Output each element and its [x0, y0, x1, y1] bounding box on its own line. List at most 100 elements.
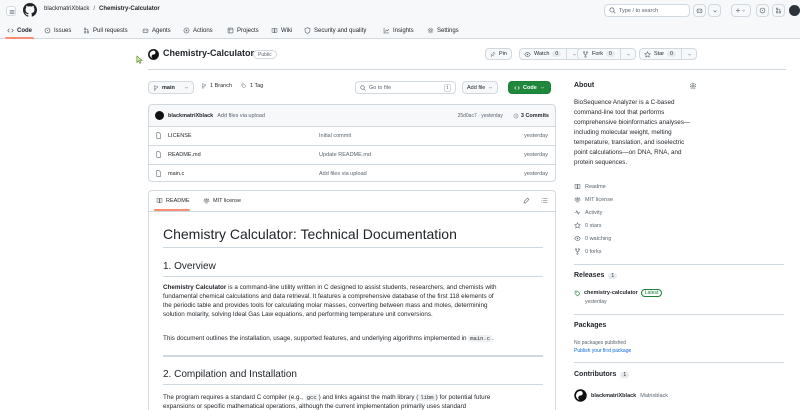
tab-readme[interactable]: README — [156, 197, 190, 204]
contributors-heading[interactable]: Contributors 1 — [574, 371, 630, 378]
readme-paragraph-outline: This document outlines the installation,… — [163, 334, 543, 343]
tab-settings[interactable]: Settings — [427, 22, 459, 39]
file-commit-message[interactable]: Initial commit — [319, 133, 351, 139]
branch-selector[interactable]: main — [148, 81, 194, 94]
branches-link[interactable]: 1 Branch — [201, 83, 232, 89]
tags-link[interactable]: 1 Tag — [241, 83, 263, 89]
tab-projects[interactable]: Projects — [227, 22, 259, 39]
commit-author[interactable]: blackmatriXblack — [168, 113, 213, 119]
commit-hash-time[interactable]: 25d0ac7 · yesterday — [458, 113, 503, 119]
file-name[interactable]: LICENSE — [168, 133, 192, 139]
release-item[interactable]: chemistry-calculator Latest — [574, 289, 663, 297]
inline-code: gcc — [304, 394, 319, 401]
watch-label: Watch — [534, 51, 550, 57]
issues-button[interactable] — [756, 4, 769, 17]
search-input[interactable]: Type / to search — [604, 4, 690, 17]
publish-package-link[interactable]: Publish your first package — [574, 348, 631, 354]
tab-security[interactable]: Security and quality — [304, 22, 366, 39]
tags-label: 1 Tag — [250, 83, 264, 89]
button-divider — [619, 49, 621, 59]
edit-about-button[interactable] — [689, 82, 697, 90]
actions-icon — [183, 27, 190, 34]
about-readme-link[interactable]: Readme — [574, 183, 606, 190]
tab-license[interactable]: MIT license — [203, 197, 241, 204]
code-button[interactable]: Code — [508, 81, 551, 94]
projects-icon — [227, 27, 234, 34]
github-logo[interactable] — [23, 3, 37, 17]
create-new-button[interactable]: + — [731, 4, 751, 17]
about-item-label: 0 forks — [585, 248, 602, 255]
pull-requests-button[interactable] — [772, 4, 785, 17]
file-time: yesterday — [524, 170, 548, 177]
branch-icon — [201, 83, 207, 89]
contributor-item[interactable]: blackmatriXblack Matrixblack — [574, 389, 668, 402]
file-icon — [156, 151, 161, 158]
menu-button[interactable] — [6, 6, 16, 16]
release-tag[interactable]: chemistry-calculator — [584, 290, 638, 296]
about-forks-link[interactable]: 0 forks — [574, 248, 602, 255]
releases-heading[interactable]: Releases 1 — [574, 272, 618, 279]
tab-projects-label: Projects — [237, 27, 259, 34]
tab-insights[interactable]: Insights — [383, 22, 414, 39]
breadcrumb-repo[interactable]: Chemistry-Calculator — [99, 6, 160, 12]
add-file-button[interactable]: Add file — [462, 81, 499, 94]
latest-badge: Latest — [640, 289, 663, 297]
about-watching-link[interactable]: 0 watching — [574, 235, 611, 242]
contributors-count: 1 — [620, 371, 630, 378]
cursor-icon — [136, 55, 143, 64]
about-stars-link[interactable]: 0 stars — [574, 222, 602, 229]
copilot-menu-button[interactable] — [708, 4, 721, 17]
bold-text: Chemistry Calculator — [163, 284, 227, 291]
avatar[interactable] — [789, 5, 800, 16]
about-heading: About — [574, 82, 595, 89]
branch-name: main — [162, 84, 175, 91]
file-commit-message[interactable]: Add files via upload — [319, 171, 367, 177]
text-line: solution molarity, solving Ideal Gas Law… — [163, 311, 433, 318]
tab-pull-requests[interactable]: Pull requests — [83, 22, 128, 39]
packages-heading[interactable]: Packages — [574, 322, 606, 329]
eye-icon — [574, 236, 581, 241]
copilot-button[interactable] — [693, 4, 706, 17]
file-row-readme[interactable]: README.md Update README.md yesterday — [149, 145, 555, 163]
star-button[interactable]: Star 0 — [639, 48, 697, 60]
star-icon — [574, 222, 581, 229]
contributor-name[interactable]: blackmatriXblack — [591, 393, 636, 399]
edit-readme-button[interactable] — [523, 197, 530, 204]
chevron-down-icon — [712, 9, 717, 12]
repo-title[interactable]: Chemistry-Calculator — [163, 48, 254, 58]
search-placeholder: Type / to search — [619, 7, 659, 14]
pulse-icon — [574, 209, 581, 216]
commits-link[interactable]: 3 Commits — [513, 113, 549, 119]
visibility-badge: Public — [253, 50, 277, 59]
code-button-label: Code — [523, 84, 537, 91]
commits-count: 3 Commits — [520, 112, 549, 119]
tab-actions[interactable]: Actions — [183, 22, 213, 39]
file-icon — [156, 132, 161, 139]
tab-agents[interactable]: Agents — [142, 22, 171, 39]
about-license-link[interactable]: MIT license — [574, 196, 613, 203]
file-name[interactable]: README.md — [168, 152, 201, 158]
text-line: This document outlines the installation,… — [163, 335, 467, 342]
branch-icon — [153, 84, 159, 91]
tab-issues[interactable]: Issues — [44, 22, 71, 39]
commit-message[interactable]: Add files via upload — [217, 113, 265, 119]
breadcrumb-owner[interactable]: blackmatriXblack — [44, 6, 89, 12]
file-row-main-c[interactable]: main.c Add files via upload yesterday — [149, 164, 555, 181]
watch-button[interactable]: Watch 0 — [519, 48, 583, 60]
file-row-license[interactable]: LICENSE Initial commit yesterday — [149, 126, 555, 144]
file-name[interactable]: main.c — [168, 171, 184, 177]
go-to-file-input[interactable]: Go to file t — [355, 81, 456, 94]
outline-button[interactable] — [541, 197, 548, 204]
book-icon — [156, 198, 163, 204]
about-activity-link[interactable]: Activity — [574, 209, 602, 216]
tab-wiki[interactable]: Wiki — [271, 22, 292, 39]
tab-pull-requests-label: Pull requests — [93, 27, 128, 34]
button-divider — [680, 49, 682, 59]
pull-request-icon — [83, 27, 90, 34]
file-commit-message[interactable]: Update README.md — [319, 152, 371, 158]
h1-rule — [163, 247, 543, 248]
fork-button[interactable]: Fork 0 — [577, 48, 636, 60]
pin-button[interactable]: Pin — [485, 48, 512, 60]
tab-code-label: Code — [17, 27, 32, 34]
tab-code[interactable]: Code — [5, 22, 34, 39]
